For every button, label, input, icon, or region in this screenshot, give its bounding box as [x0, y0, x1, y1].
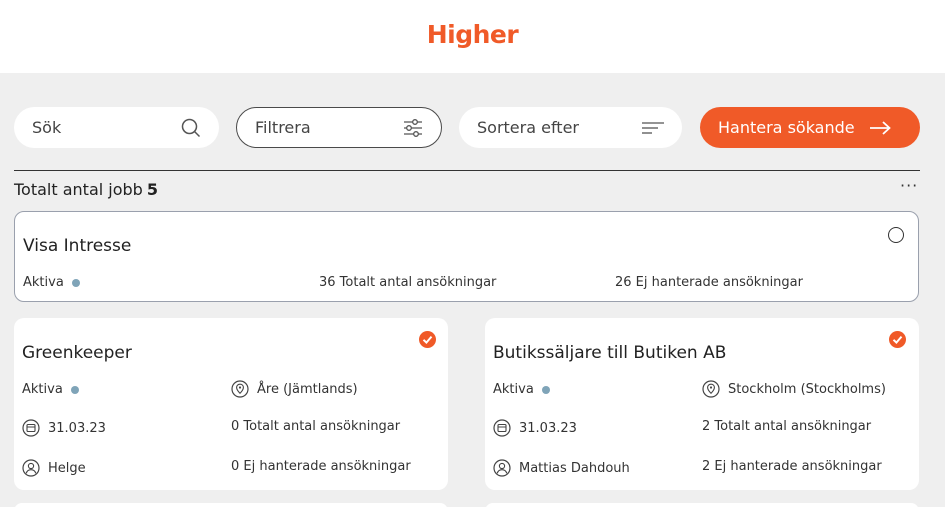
- location-pin-icon: [702, 380, 720, 398]
- status-text: Aktiva: [493, 382, 534, 397]
- job-owner: Mattias Dahdouh: [493, 459, 630, 477]
- location-text: Stockholm (Stockholms): [728, 381, 886, 397]
- job-card[interactable]: Greenkeeper Aktiva Åre (Jämtlands) 31.03…: [14, 318, 448, 490]
- filter-button[interactable]: Filtrera: [236, 107, 442, 148]
- search-icon[interactable]: [181, 118, 201, 138]
- job-date: 31.03.23: [493, 419, 577, 437]
- job-title: Visa Intresse: [23, 236, 132, 256]
- job-date: 31.03.23: [22, 419, 106, 437]
- total-applications: 0 Totalt antal ansökningar: [231, 419, 401, 434]
- total-applications: 2 Totalt antal ansökningar: [702, 419, 872, 434]
- calendar-icon: [493, 419, 511, 437]
- sort-dropdown[interactable]: Sortera efter: [459, 107, 682, 148]
- app-header: Higher: [0, 0, 945, 73]
- manage-applicants-button[interactable]: Hantera sökande: [700, 107, 920, 148]
- search-placeholder: Sök: [32, 118, 62, 137]
- user-icon: [22, 459, 40, 477]
- user-icon: [493, 459, 511, 477]
- job-owner: Helge: [22, 459, 86, 477]
- manage-label: Hantera sökande: [718, 118, 855, 137]
- job-card-partial[interactable]: [14, 503, 448, 507]
- higher-logo[interactable]: Higher: [0, 20, 945, 49]
- location-pin-icon: [231, 380, 249, 398]
- status-text: Aktiva: [22, 382, 63, 397]
- job-status: Aktiva: [22, 382, 79, 397]
- job-title: Butikssäljare till Butiken AB: [493, 343, 727, 363]
- sliders-icon: [403, 118, 423, 137]
- status-dot-icon: [71, 278, 80, 287]
- job-location: Stockholm (Stockholms): [702, 380, 886, 398]
- date-text: 31.03.23: [519, 420, 577, 436]
- job-status: Aktiva: [493, 382, 550, 397]
- jobs-total-count: 5: [146, 180, 158, 199]
- jobs-total-label: Totalt antal jobb: [14, 180, 143, 199]
- total-applications: 36 Totalt antal ansökningar: [319, 275, 497, 290]
- divider: [14, 170, 920, 171]
- status-dot-icon: [70, 385, 79, 394]
- filter-label: Filtrera: [255, 118, 311, 137]
- job-title: Greenkeeper: [22, 343, 132, 363]
- date-text: 31.03.23: [48, 420, 106, 436]
- unhandled-applications: 0 Ej hanterade ansökningar: [231, 459, 411, 474]
- owner-text: Helge: [48, 460, 86, 476]
- job-status: Aktiva: [23, 275, 80, 290]
- arrow-right-icon: [869, 120, 891, 135]
- unhandled-applications: 2 Ej hanterade ansökningar: [702, 459, 882, 474]
- unhandled-applications: 26 Ej hanterade ansökningar: [615, 275, 803, 290]
- calendar-icon: [22, 419, 40, 437]
- status-text: Aktiva: [23, 275, 64, 290]
- status-dot-icon: [541, 385, 550, 394]
- location-text: Åre (Jämtlands): [257, 381, 358, 397]
- jobs-total: Totalt antal jobb 5: [14, 180, 158, 199]
- search-input[interactable]: Sök: [14, 107, 219, 148]
- more-options-icon[interactable]: ···: [900, 176, 918, 195]
- checked-circle-icon[interactable]: [889, 331, 906, 348]
- job-card[interactable]: Butikssäljare till Butiken AB Aktiva Sto…: [485, 318, 919, 490]
- owner-text: Mattias Dahdouh: [519, 460, 630, 476]
- job-location: Åre (Jämtlands): [231, 380, 358, 398]
- sort-lines-icon: [642, 121, 664, 135]
- sort-label: Sortera efter: [477, 118, 579, 137]
- job-card-partial[interactable]: [485, 503, 919, 507]
- select-radio[interactable]: [888, 227, 904, 243]
- job-card[interactable]: Visa Intresse Aktiva 36 Totalt antal ans…: [14, 211, 919, 302]
- checked-circle-icon[interactable]: [419, 331, 436, 348]
